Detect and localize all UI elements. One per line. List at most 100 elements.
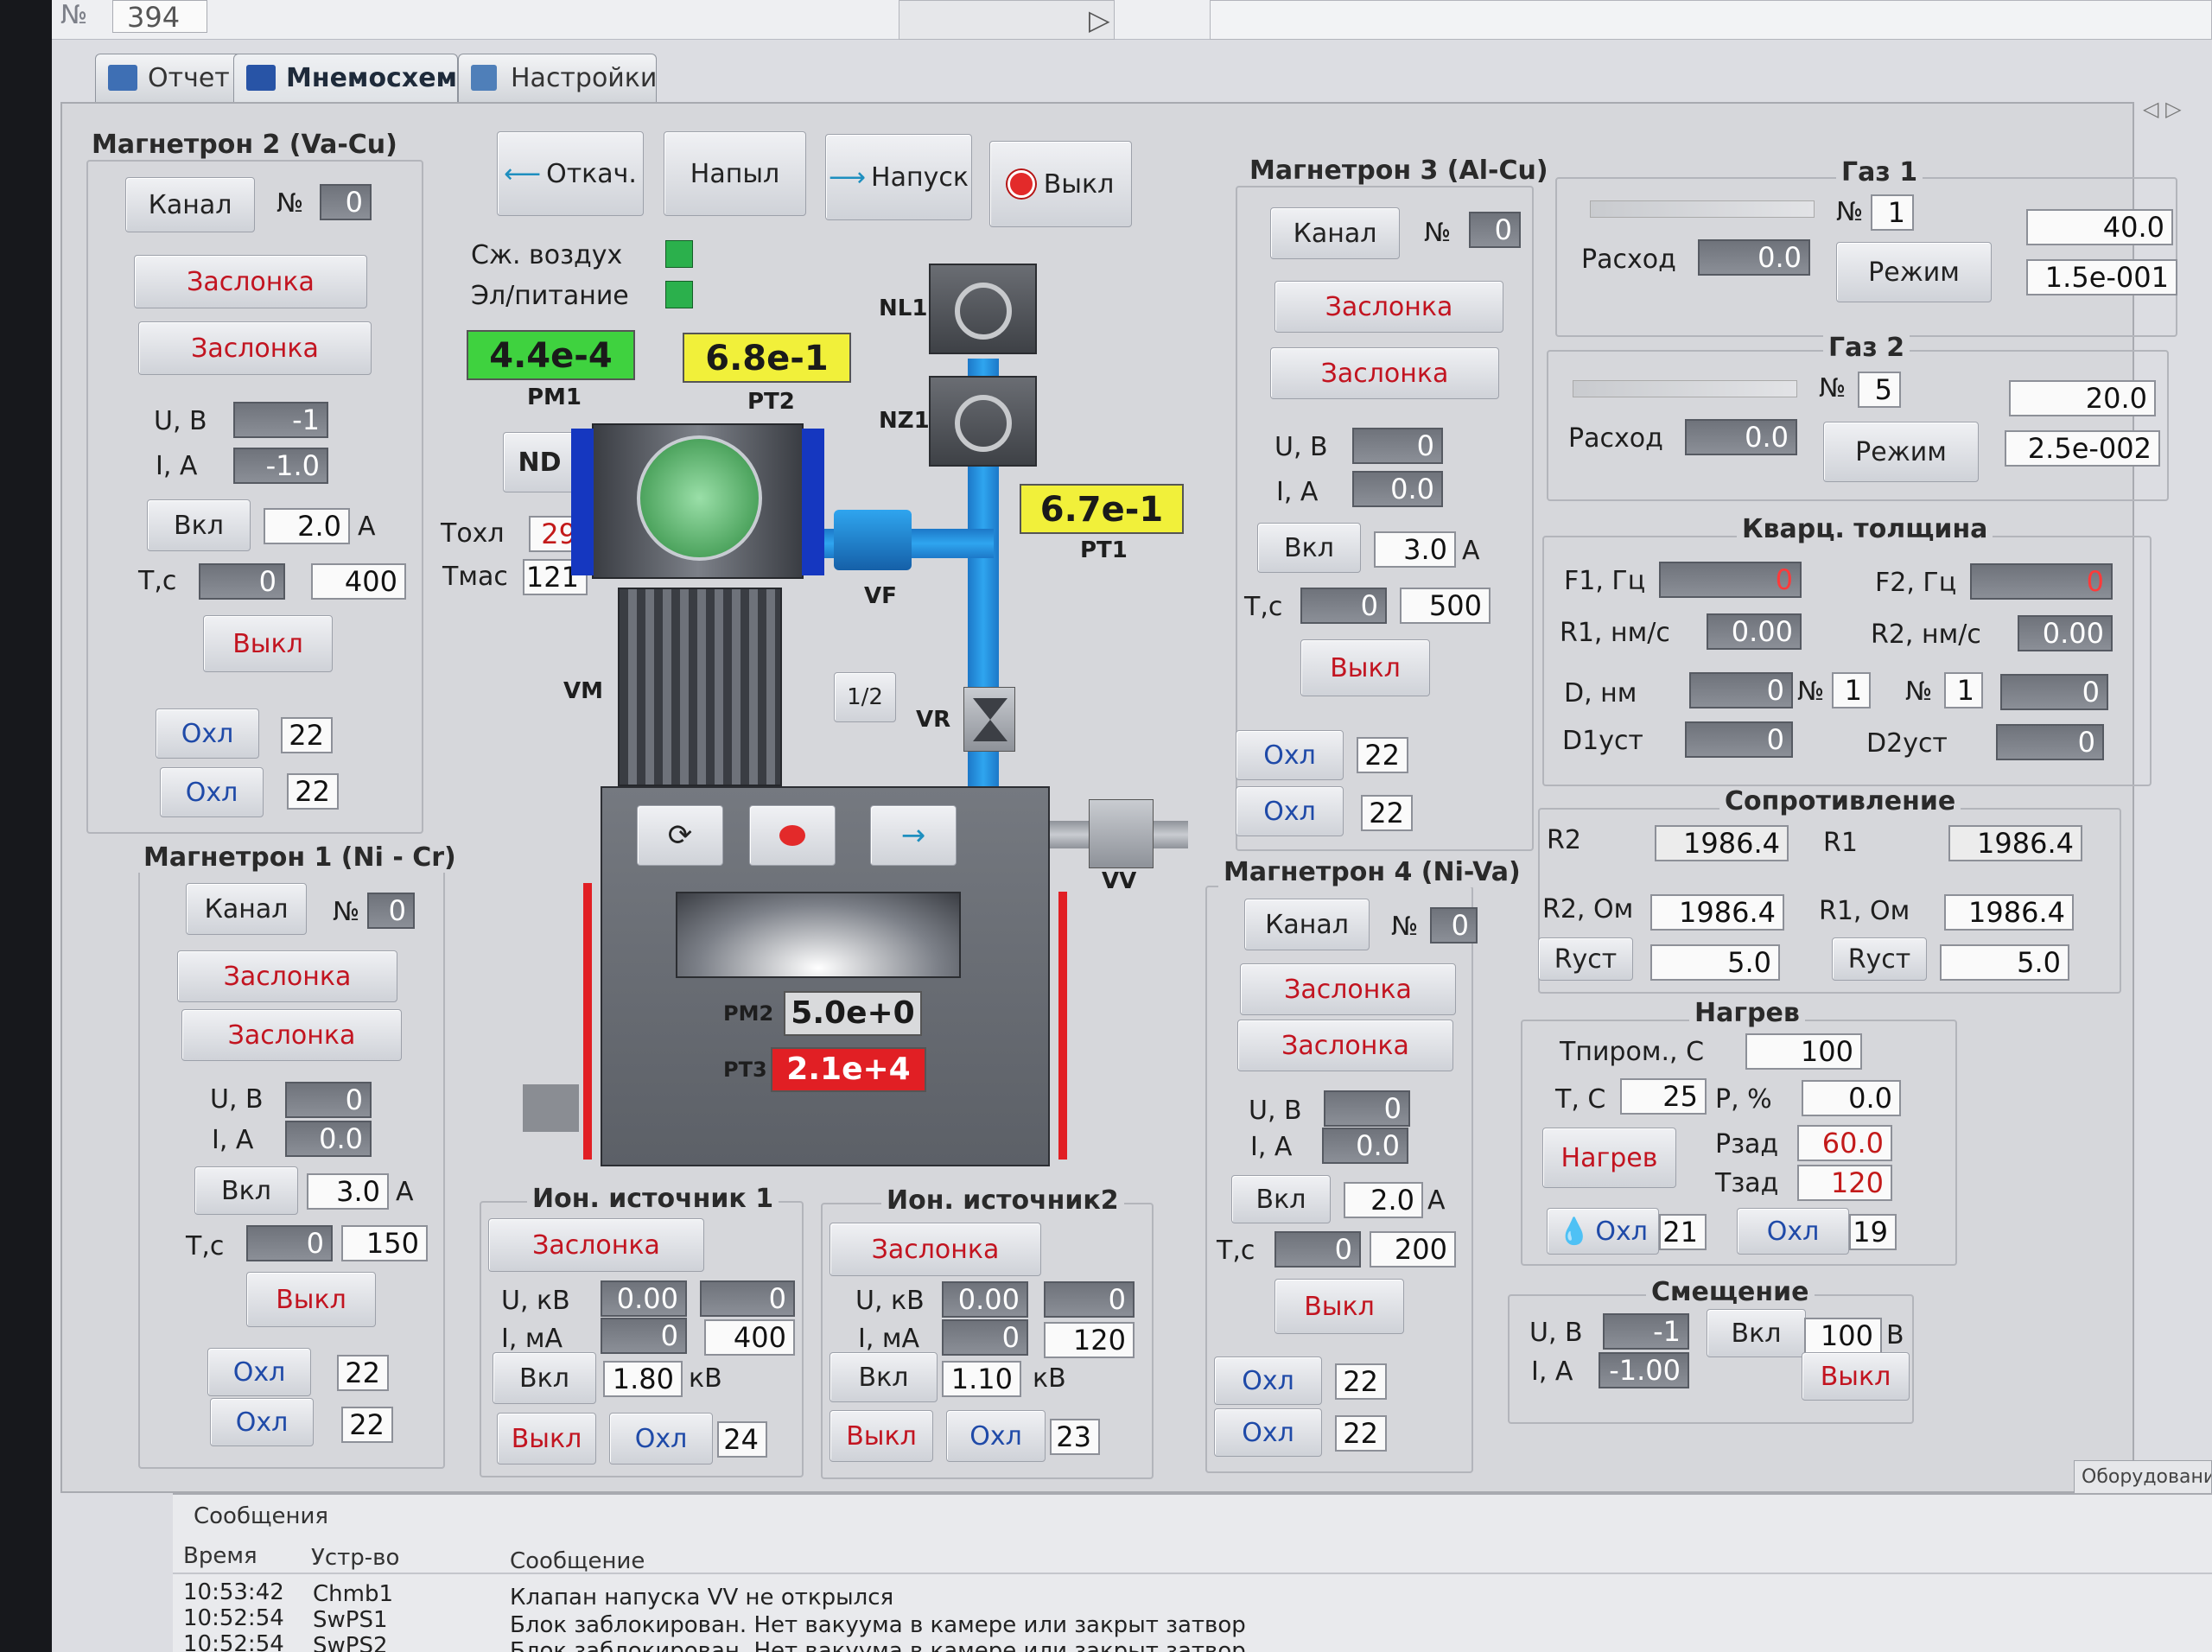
- mag2-channel-button[interactable]: Канал: [125, 177, 255, 232]
- temp-set-value[interactable]: 120: [1797, 1165, 1892, 1201]
- mag1-current-setpoint[interactable]: 3.0: [307, 1173, 389, 1210]
- mag3-current-setpoint[interactable]: 3.0: [1374, 531, 1456, 568]
- chamber-arrow-button[interactable]: →: [870, 805, 957, 866]
- ion2-current-setpoint[interactable]: 120: [1044, 1322, 1135, 1358]
- r-set-1-value[interactable]: 5.0: [1650, 944, 1780, 981]
- mag1-off-button[interactable]: Выкл: [246, 1272, 376, 1327]
- ion1-on-button[interactable]: Вкл: [493, 1352, 596, 1404]
- messages-time-header[interactable]: Время: [183, 1543, 257, 1569]
- mag2-off-button[interactable]: Выкл: [203, 615, 333, 672]
- bias-setpoint[interactable]: 100: [1804, 1318, 1882, 1354]
- heating-button[interactable]: Нагрев: [1542, 1128, 1676, 1188]
- pump-button[interactable]: ⟵ Откач.: [497, 131, 644, 216]
- gas-1-num-field[interactable]: 1: [1871, 194, 1914, 231]
- heat-cool-2-button[interactable]: Охл: [1737, 1208, 1849, 1255]
- mag4-current-setpoint[interactable]: 2.0: [1344, 1182, 1423, 1218]
- mag4-channel-button[interactable]: Канал: [1244, 899, 1370, 950]
- half-button[interactable]: 1/2: [834, 672, 896, 722]
- gas-1-setpoint[interactable]: 40.0: [2026, 209, 2173, 245]
- mag1-cool-2-button[interactable]: Охл: [210, 1398, 314, 1446]
- mag3-cool-2-button[interactable]: Охл: [1236, 786, 1344, 836]
- mag2-cool-2-button[interactable]: Охл: [160, 767, 264, 817]
- d2-set-value[interactable]: 0: [1996, 724, 2104, 760]
- mag4-off-button[interactable]: Выкл: [1274, 1279, 1404, 1334]
- ion1-current-setpoint[interactable]: 400: [704, 1319, 795, 1356]
- mag1-cool-1-button[interactable]: Охл: [207, 1348, 311, 1396]
- ion1-voltage-setpoint[interactable]: 1.80: [603, 1361, 683, 1397]
- mag3-shutter-1-button[interactable]: Заслонка: [1274, 281, 1503, 333]
- mag2-on-button[interactable]: Вкл: [147, 499, 251, 551]
- messages-text-header[interactable]: Сообщение: [510, 1548, 645, 1574]
- mag4-shutter-1-button[interactable]: Заслонка: [1240, 963, 1456, 1015]
- messages-device-header[interactable]: Устр-во: [311, 1545, 399, 1571]
- mag1-shutter-1-button[interactable]: Заслонка: [177, 950, 397, 1002]
- ion2-voltage-setpoint[interactable]: 1.10: [942, 1361, 1021, 1397]
- mag4-shutter-2-button[interactable]: Заслонка: [1237, 1020, 1453, 1071]
- play-icon[interactable]: ▷: [1089, 3, 1110, 36]
- chamber-stop-button[interactable]: [749, 805, 836, 866]
- gas-1-mode-button[interactable]: Режим: [1836, 242, 1992, 302]
- mag4-num-field[interactable]: 0: [1430, 907, 1478, 944]
- tab-scroll-arrows-icon[interactable]: ◁ ▷: [2143, 97, 2182, 121]
- equipment-tab[interactable]: Оборудовани: [2074, 1460, 2212, 1495]
- nz1-valve[interactable]: [929, 376, 1037, 467]
- ion1-off-button[interactable]: Выкл: [497, 1413, 596, 1465]
- mag3-on-button[interactable]: Вкл: [1257, 523, 1361, 573]
- sensor-2-num-field[interactable]: 1: [1944, 672, 1983, 708]
- mag4-cool-1-button[interactable]: Охл: [1214, 1357, 1322, 1405]
- ion2-cool-button[interactable]: Охл: [946, 1410, 1046, 1462]
- stop-button[interactable]: Выкл: [989, 141, 1132, 227]
- r-set-1-button[interactable]: Rуст: [1538, 937, 1633, 981]
- ion1-cool-button[interactable]: Охл: [609, 1413, 713, 1465]
- sensor-1-num-field[interactable]: 1: [1832, 672, 1871, 708]
- vf-valve[interactable]: [834, 510, 912, 570]
- mag2-num-field[interactable]: 0: [320, 184, 372, 220]
- mag2-shutter-1-button[interactable]: Заслонка: [134, 255, 367, 308]
- toolbar-field[interactable]: [899, 0, 1115, 40]
- vv-valve[interactable]: [1089, 799, 1154, 868]
- ion2-shutter-button[interactable]: Заслонка: [830, 1223, 1041, 1276]
- r-set-2-button[interactable]: Rуст: [1832, 937, 1927, 981]
- record-number-field[interactable]: 394: [112, 0, 207, 34]
- mag3-num-field[interactable]: 0: [1469, 212, 1521, 248]
- gas-2-setpoint[interactable]: 20.0: [2009, 380, 2156, 416]
- mag1-time-setpoint[interactable]: 150: [341, 1225, 428, 1261]
- gas-2-mode-button[interactable]: Режим: [1823, 422, 1979, 482]
- mag2-current-setpoint[interactable]: 2.0: [264, 508, 350, 544]
- tab-settings[interactable]: Настройки: [458, 54, 657, 102]
- mag3-channel-button[interactable]: Канал: [1270, 207, 1400, 259]
- mag1-channel-button[interactable]: Канал: [186, 883, 307, 935]
- r-set-2-value[interactable]: 5.0: [1940, 944, 2069, 981]
- turbo-pump[interactable]: [571, 423, 824, 579]
- tab-report[interactable]: Отчет: [95, 54, 242, 102]
- vent-button[interactable]: ⟶ Напуск: [825, 134, 972, 220]
- gas-2-num-field[interactable]: 5: [1858, 372, 1901, 408]
- mag3-time-setpoint[interactable]: 500: [1400, 588, 1491, 624]
- mag1-shutter-2-button[interactable]: Заслонка: [181, 1009, 402, 1061]
- nd-button[interactable]: ND: [503, 432, 576, 492]
- mag3-off-button[interactable]: Выкл: [1300, 639, 1430, 696]
- ion1-shutter-button[interactable]: Заслонка: [488, 1218, 704, 1272]
- vr-valve[interactable]: [963, 687, 1015, 752]
- mag2-cool-1-button[interactable]: Охл: [156, 708, 259, 759]
- mag4-on-button[interactable]: Вкл: [1231, 1175, 1331, 1223]
- tab-mnemoscheme[interactable]: Мнемосхема: [233, 54, 474, 102]
- mag2-time-setpoint[interactable]: 400: [311, 563, 406, 600]
- rotate-button[interactable]: ⟳: [637, 805, 723, 866]
- bias-off-button[interactable]: Выкл: [1802, 1352, 1910, 1401]
- power-set-value[interactable]: 60.0: [1797, 1125, 1892, 1161]
- mag1-on-button[interactable]: Вкл: [194, 1166, 298, 1215]
- mag1-num-field[interactable]: 0: [367, 893, 415, 929]
- ion2-off-button[interactable]: Выкл: [830, 1410, 933, 1462]
- heat-cool-1-button[interactable]: 💧 Охл: [1547, 1208, 1659, 1255]
- ion2-on-button[interactable]: Вкл: [830, 1352, 938, 1402]
- spray-button[interactable]: Напыл: [664, 131, 806, 216]
- bias-on-button[interactable]: Вкл: [1707, 1309, 1806, 1357]
- d1-set-value[interactable]: 0: [1685, 721, 1793, 758]
- nl1-valve[interactable]: [929, 264, 1037, 354]
- mag4-cool-2-button[interactable]: Охл: [1214, 1408, 1322, 1457]
- mag2-shutter-2-button[interactable]: Заслонка: [138, 321, 372, 375]
- mag3-shutter-2-button[interactable]: Заслонка: [1270, 347, 1499, 399]
- mag3-cool-1-button[interactable]: Охл: [1236, 730, 1344, 780]
- mag4-time-setpoint[interactable]: 200: [1370, 1231, 1456, 1268]
